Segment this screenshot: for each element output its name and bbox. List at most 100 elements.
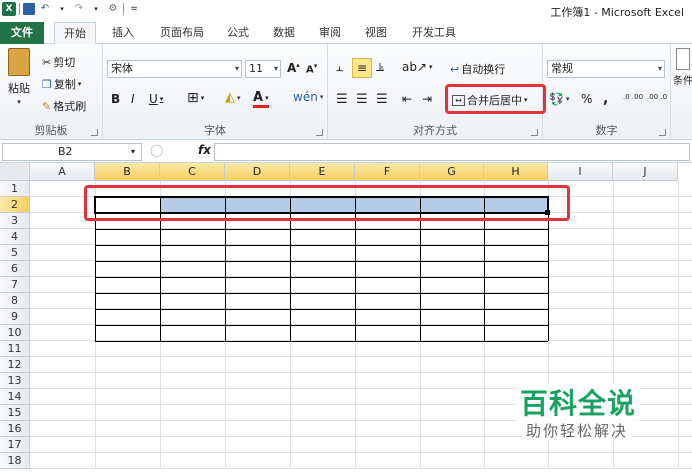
increase-indent-icon: ⇥ (422, 92, 433, 106)
bold-icon: B (111, 92, 121, 106)
row-2-highlight (84, 185, 570, 221)
ribbon: 粘贴 ▾ ✂ 剪切 ❐ 复制 ▾ ✎ 格式刷 剪贴板 宋体 ▾ 11 ▾ A▴ … (0, 44, 692, 140)
align-bottom-button[interactable]: ⫡ (376, 60, 384, 75)
font-size-select[interactable]: 11 ▾ (245, 60, 281, 78)
redo-icon[interactable]: ↷ (72, 2, 86, 16)
insert-function-icon[interactable]: fx (198, 143, 211, 157)
currency-icon: 💱 (549, 92, 564, 106)
comma-button[interactable]: , (603, 91, 608, 107)
cut-button[interactable]: ✂ 剪切 (42, 54, 75, 70)
decrease-decimal-button[interactable]: .00 .0 (647, 94, 667, 101)
align-left-icon: ☰ (336, 92, 348, 107)
align-right-icon: ☰ (376, 92, 388, 107)
fill-bucket-icon: ◭ (225, 90, 235, 105)
watermark-title: 百科全说 (516, 382, 641, 422)
merge-center-highlight (445, 84, 546, 114)
font-color-icon: A (253, 90, 264, 105)
copy-icon: ❐ (42, 77, 52, 91)
paste-label: 粘贴 (8, 82, 30, 95)
chevron-down-icon: ▾ (657, 64, 662, 73)
currency-button[interactable]: 💱 ▾ (549, 92, 569, 106)
font-group: 宋体 ▾ 11 ▾ A▴ A▾ B I U ▾ ⊞ ▾ ◭ ▾ A ▾ wén ▾ 字体 (103, 44, 328, 140)
dialog-launcher-icon[interactable] (659, 129, 666, 136)
chevron-down-icon: ▾ (265, 93, 269, 102)
grow-font-icon: A▴ (287, 61, 300, 75)
tab-insert[interactable]: 插入 (104, 22, 142, 44)
chevron-down-icon: ▾ (237, 93, 241, 102)
excel-logo-icon[interactable]: X (2, 2, 16, 16)
conditional-format-label: 条件 (673, 76, 692, 87)
shrink-font-button[interactable]: A▾ (306, 62, 317, 75)
number-group: 常规 ▾ 💱 ▾ % , .0 .00 .00 .0 数字 (543, 44, 671, 140)
percent-button[interactable]: % (581, 92, 592, 106)
shrink-font-icon: A▾ (306, 62, 318, 76)
align-left-button[interactable]: ☰ (336, 92, 348, 107)
save-icon[interactable] (23, 3, 35, 15)
chevron-down-icon: ▾ (17, 98, 21, 106)
align-bottom-icon: ⫡ (376, 60, 385, 74)
align-center-button[interactable]: ☰ (356, 92, 368, 107)
tab-page-layout[interactable]: 页面布局 (152, 22, 212, 44)
tab-developer[interactable]: 开发工具 (404, 22, 464, 44)
orientation-button[interactable]: ab↗ ▾ (402, 60, 433, 74)
separator (123, 3, 124, 15)
font-size-value: 11 (249, 62, 263, 75)
underline-button[interactable]: U ▾ (149, 92, 163, 106)
dropdown-icon[interactable]: ▾ (55, 2, 69, 16)
align-middle-button[interactable]: ≡ (352, 58, 372, 78)
align-middle-icon: ≡ (356, 61, 368, 75)
decrease-decimal-icon: .00 .0 (647, 93, 668, 101)
align-top-icon: ⫠ (336, 60, 344, 74)
paintbrush-icon: ✎ (42, 99, 52, 113)
alignment-group-label: 对齐方式 (413, 124, 457, 137)
copy-label: 复制 (53, 78, 76, 91)
formula-input[interactable] (214, 143, 690, 161)
undo-icon[interactable]: ↶ (38, 2, 52, 16)
italic-button[interactable]: I (131, 92, 135, 106)
dialog-launcher-icon[interactable] (316, 129, 323, 136)
chevron-down-icon: ▾ (234, 64, 239, 73)
increase-decimal-button[interactable]: .0 .00 (623, 94, 643, 101)
borders-icon: ⊞ (187, 90, 199, 106)
increase-decimal-icon: .0 .00 (623, 93, 644, 101)
font-group-label: 字体 (204, 124, 226, 137)
customize-qat-icon[interactable]: = (127, 2, 141, 16)
phonetic-button[interactable]: wén ▾ (293, 90, 323, 104)
borders-button[interactable]: ⊞ ▾ (187, 90, 204, 106)
conditional-format-button[interactable]: 条件 (673, 48, 692, 87)
clipboard-group-label: 剪贴板 (34, 124, 68, 137)
paste-button[interactable]: 粘贴 ▾ (4, 48, 34, 106)
tab-view[interactable]: 视图 (358, 22, 394, 44)
number-format-select[interactable]: 常规 ▾ (547, 60, 665, 78)
font-name-select[interactable]: 宋体 ▾ (107, 60, 242, 78)
align-top-button[interactable]: ⫠ (336, 60, 343, 75)
chevron-down-icon: ▾ (200, 94, 205, 102)
tab-file[interactable]: 文件 (0, 22, 44, 44)
fill-color-button[interactable]: ◭ ▾ (225, 90, 241, 105)
grow-font-button[interactable]: A▴ (287, 61, 300, 75)
wrap-text-icon: ↩ (450, 62, 460, 76)
chevron-down-icon: ▾ (77, 80, 82, 88)
cut-label: 剪切 (53, 56, 76, 69)
dialog-launcher-icon[interactable] (531, 129, 538, 136)
decrease-indent-button[interactable]: ⇤ (402, 92, 412, 106)
tab-home[interactable]: 开始 (54, 22, 96, 44)
format-painter-button[interactable]: ✎ 格式刷 (42, 98, 86, 114)
dialog-launcher-icon[interactable] (91, 129, 98, 136)
bold-button[interactable]: B (111, 92, 120, 106)
developer-icon[interactable]: ⚙ (106, 2, 120, 16)
orientation-icon: ab↗ (402, 60, 428, 74)
tab-formulas[interactable]: 公式 (220, 22, 256, 44)
font-color-button[interactable]: A ▾ (253, 90, 269, 108)
paste-icon (8, 48, 30, 76)
dropdown-icon[interactable]: ▾ (89, 2, 103, 16)
number-format-value: 常规 (551, 62, 573, 75)
wrap-text-button[interactable]: ↩ 自动换行 (450, 61, 505, 77)
copy-button[interactable]: ❐ 复制 ▾ (42, 76, 81, 92)
tab-data[interactable]: 数据 (266, 22, 302, 44)
align-right-button[interactable]: ☰ (376, 92, 388, 107)
increase-indent-button[interactable]: ⇥ (422, 92, 432, 106)
name-box[interactable]: B2 ▾ (2, 143, 142, 161)
tab-review[interactable]: 审阅 (312, 22, 348, 44)
cancel-icon[interactable]: ◯ (150, 143, 163, 157)
